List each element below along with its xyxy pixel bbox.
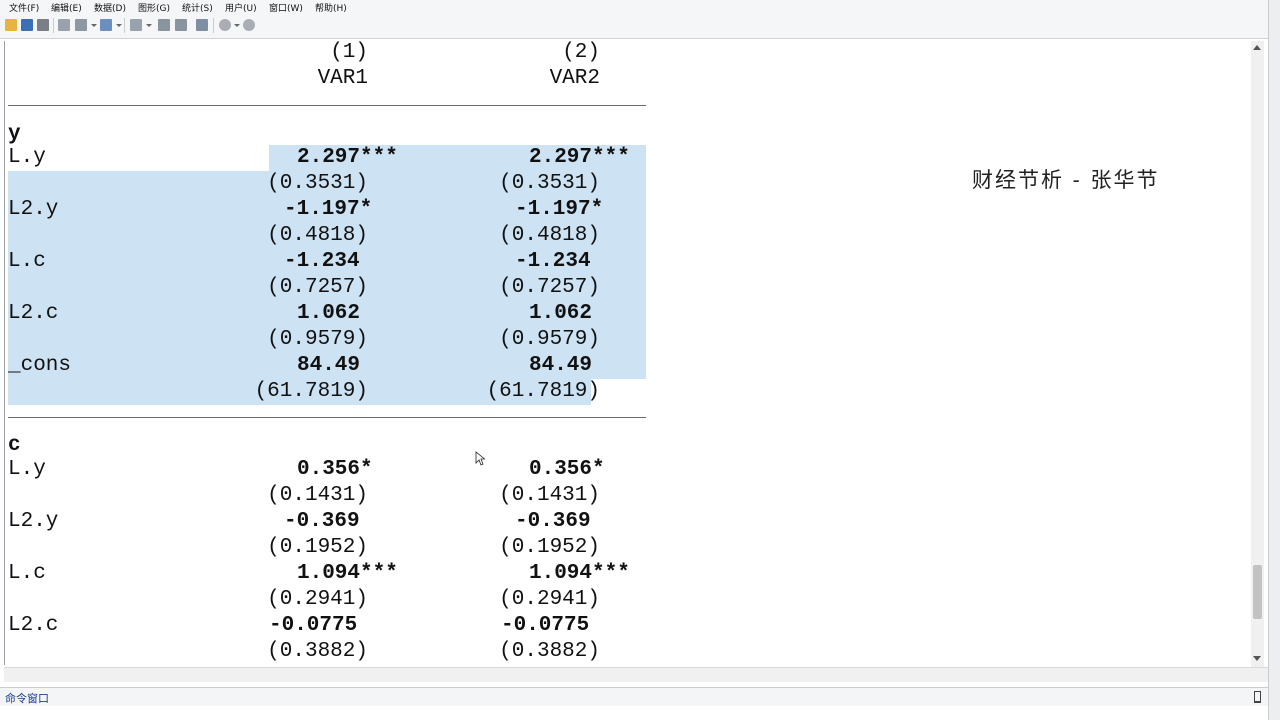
open-icon[interactable] bbox=[5, 19, 17, 31]
toolbar-separator bbox=[213, 18, 214, 33]
window-edge bbox=[1268, 0, 1280, 720]
row-label: _cons bbox=[8, 354, 72, 377]
coef-var1: -1.197* bbox=[284, 198, 373, 221]
se-var2: (0.3531) bbox=[499, 172, 600, 195]
coef-var2: -0.0775 bbox=[501, 614, 590, 637]
data-editor-icon[interactable] bbox=[158, 19, 170, 31]
equation-label-c: c bbox=[8, 434, 21, 457]
coef-var1: 1.062 bbox=[297, 302, 361, 325]
coef-var1: -0.369 bbox=[284, 510, 360, 533]
column-name-1: VAR1 bbox=[317, 67, 368, 90]
se-var1: (0.4818) bbox=[267, 224, 368, 247]
menu-file[interactable]: 文件(F) bbox=[9, 1, 39, 14]
coef-var1: 1.094*** bbox=[297, 562, 398, 585]
coef-var1: 2.297*** bbox=[297, 146, 398, 169]
se-var2: (61.7819) bbox=[486, 380, 600, 403]
se-var1: (0.2941) bbox=[267, 588, 368, 611]
scroll-up-icon[interactable] bbox=[1253, 45, 1261, 50]
se-var2: (0.4818) bbox=[499, 224, 600, 247]
menu-data[interactable]: 数据(D) bbox=[94, 1, 126, 14]
viewer-icon[interactable] bbox=[75, 19, 87, 31]
se-var2: (0.7257) bbox=[499, 276, 600, 299]
coef-var2: 1.094*** bbox=[529, 562, 630, 585]
row-label: L.y bbox=[8, 458, 46, 481]
coef-var2: -0.369 bbox=[515, 510, 591, 533]
se-var2: (0.1952) bbox=[499, 536, 600, 559]
row-label: L2.y bbox=[8, 198, 59, 221]
se-var1: (0.9579) bbox=[267, 328, 368, 351]
column-number-2: (2) bbox=[562, 41, 600, 64]
se-var1: (0.3531) bbox=[267, 172, 368, 195]
menu-bar: 文件(F) 编辑(E) 数据(D) 图形(G) 统计(S) 用户(U) 窗口(W… bbox=[0, 0, 1280, 14]
row-label: L.c bbox=[8, 250, 46, 273]
se-var2: (0.2941) bbox=[499, 588, 600, 611]
coef-var2: -1.234 bbox=[515, 250, 591, 273]
se-var1: (0.3882) bbox=[267, 640, 368, 663]
table-rule bbox=[8, 105, 646, 106]
se-var2: (0.3882) bbox=[499, 640, 600, 663]
menu-stats[interactable]: 统计(S) bbox=[182, 1, 213, 14]
coef-var2: 0.356* bbox=[529, 458, 605, 481]
menu-graphics[interactable]: 图形(G) bbox=[138, 1, 170, 14]
viewer-dropdown-icon[interactable] bbox=[91, 24, 97, 27]
more-icon[interactable] bbox=[219, 19, 231, 31]
toolbar-separator bbox=[53, 18, 54, 33]
row-label: L.y bbox=[8, 146, 46, 169]
graph-icon[interactable] bbox=[100, 19, 112, 31]
variables-manager-icon[interactable] bbox=[196, 19, 208, 31]
break-icon[interactable] bbox=[243, 19, 255, 31]
results-viewer[interactable]: (1) (2) VAR1 VAR2 y L.y 2.297*** 2.297**… bbox=[4, 41, 1252, 665]
watermark-text: 财经节析 - 张华节 bbox=[972, 168, 1160, 192]
toolbar-separator bbox=[124, 18, 125, 33]
coef-var2: 1.062 bbox=[529, 302, 593, 325]
graph-dropdown-icon[interactable] bbox=[116, 24, 122, 27]
column-name-2: VAR2 bbox=[549, 67, 600, 90]
command-input-area[interactable] bbox=[0, 706, 1268, 720]
menu-window[interactable]: 窗口(W) bbox=[269, 1, 303, 14]
print-icon[interactable] bbox=[37, 19, 49, 31]
coef-var1: 84.49 bbox=[297, 354, 361, 377]
table-rule bbox=[8, 417, 646, 418]
pin-icon[interactable] bbox=[1254, 691, 1261, 703]
toolbar bbox=[0, 14, 1268, 39]
row-label: L.c bbox=[8, 562, 46, 585]
row-label: L2.y bbox=[8, 510, 59, 533]
command-window-bar: 命令窗口 bbox=[0, 687, 1268, 707]
scrollbar-thumb[interactable] bbox=[1253, 565, 1262, 619]
scroll-down-icon[interactable] bbox=[1253, 656, 1261, 661]
coef-var1: 0.356* bbox=[297, 458, 373, 481]
row-label: L2.c bbox=[8, 614, 59, 637]
more-dropdown-icon[interactable] bbox=[234, 24, 240, 27]
save-icon[interactable] bbox=[21, 19, 33, 31]
se-var2: (0.9579) bbox=[499, 328, 600, 351]
menu-edit[interactable]: 编辑(E) bbox=[51, 1, 82, 14]
se-var1: (61.7819) bbox=[254, 380, 368, 403]
do-file-editor-icon[interactable] bbox=[130, 19, 142, 31]
menu-user[interactable]: 用户(U) bbox=[225, 1, 257, 14]
se-var2: (0.1431) bbox=[499, 484, 600, 507]
vertical-scrollbar[interactable] bbox=[1251, 41, 1264, 667]
mouse-cursor-icon bbox=[475, 451, 485, 466]
menu-help[interactable]: 帮助(H) bbox=[315, 1, 347, 14]
coef-var2: 2.297*** bbox=[529, 146, 630, 169]
se-var1: (0.7257) bbox=[267, 276, 368, 299]
data-browser-icon[interactable] bbox=[175, 19, 187, 31]
se-var1: (0.1952) bbox=[267, 536, 368, 559]
se-var1: (0.1431) bbox=[267, 484, 368, 507]
coef-var2: -1.197* bbox=[515, 198, 604, 221]
log-icon[interactable] bbox=[58, 19, 70, 31]
coef-var1: -0.0775 bbox=[269, 614, 358, 637]
coef-var2: 84.49 bbox=[529, 354, 593, 377]
coef-var1: -1.234 bbox=[284, 250, 360, 273]
column-number-1: (1) bbox=[330, 41, 368, 64]
equation-label-y: y bbox=[8, 123, 21, 146]
do-file-dropdown-icon[interactable] bbox=[146, 24, 152, 27]
row-label: L2.c bbox=[8, 302, 59, 325]
horizontal-scrollbar[interactable] bbox=[4, 667, 1268, 682]
command-window-title: 命令窗口 bbox=[5, 692, 49, 705]
